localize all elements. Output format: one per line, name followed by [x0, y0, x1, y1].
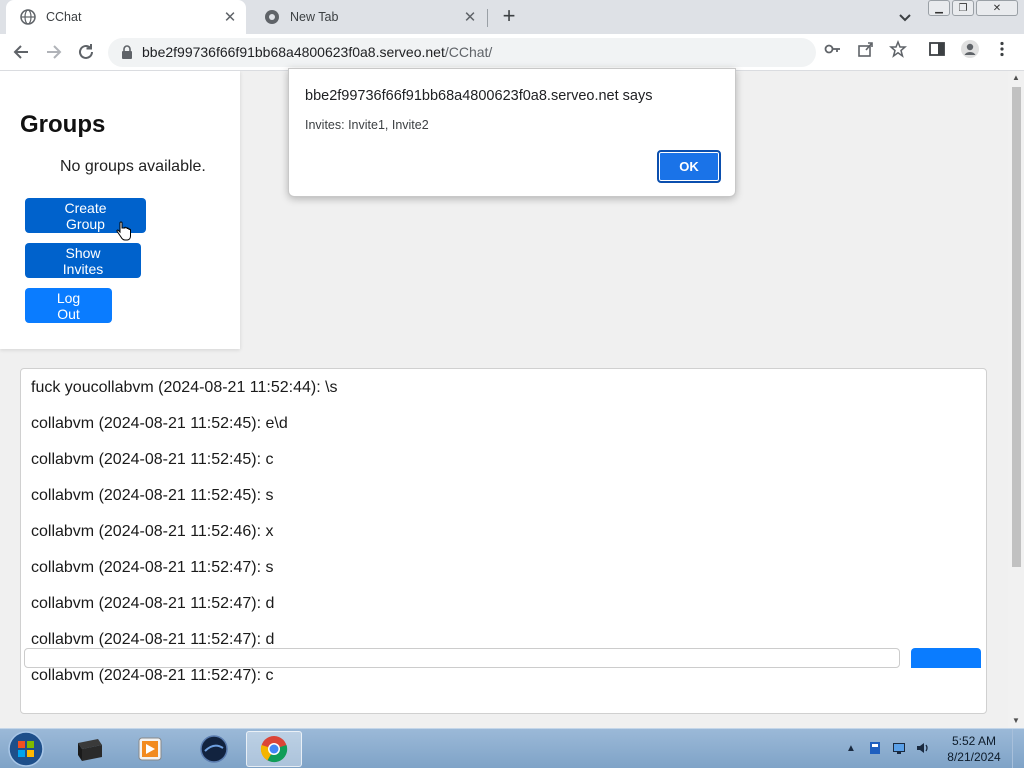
minimize-button[interactable]: ▁: [928, 0, 950, 16]
taskbar-media-player[interactable]: [122, 731, 178, 767]
chat-message: collabvm (2024-08-21 11:52:45): e\d: [31, 415, 288, 432]
groups-heading: Groups: [20, 111, 106, 138]
tray-expand-icon[interactable]: ▲: [842, 739, 860, 757]
tab-title: New Tab: [290, 10, 339, 24]
message-input[interactable]: [24, 648, 900, 668]
tab-cchat[interactable]: CChat ✕: [6, 0, 246, 34]
chrome-icon: [265, 10, 279, 24]
chat-message: fuck youcollabvm (2024-08-21 11:52:44): …: [31, 379, 338, 396]
tab-title: CChat: [46, 10, 82, 24]
clock-time: 5:52 AM: [951, 734, 997, 748]
key-icon[interactable]: [824, 40, 842, 58]
volume-icon[interactable]: [914, 739, 932, 757]
no-groups-text: No groups available.: [60, 158, 206, 175]
taskbar-app[interactable]: [186, 731, 242, 767]
address-bar[interactable]: bbe2f99736f66f91bb68a4800623f0a8.serveo.…: [108, 38, 816, 67]
chat-message: collabvm (2024-08-21 11:52:47): d: [31, 631, 275, 648]
media-player-icon: [138, 737, 162, 761]
taskbar-chrome[interactable]: [246, 731, 302, 767]
windows-taskbar: ▲ 5:52 AM 8/21/2024: [0, 728, 1024, 768]
alert-dialog: bbe2f99736f66f91bb68a4800623f0a8.serveo.…: [288, 68, 736, 197]
browser-tab-bar: CChat ✕ New Tab ✕ + ▁ ❐ ✕: [0, 0, 1024, 34]
url-path: /CChat/: [444, 44, 493, 60]
close-tab-icon[interactable]: ✕: [460, 7, 480, 27]
windows-logo-icon: [8, 731, 44, 767]
lock-icon: [122, 45, 132, 59]
url-text: bbe2f99736f66f91bb68a4800623f0a8.serveo.…: [142, 44, 492, 60]
hand-cursor-icon: [116, 221, 131, 241]
chat-message: collabvm (2024-08-21 11:52:47): c: [31, 667, 274, 684]
browser-toolbar: bbe2f99736f66f91bb68a4800623f0a8.serveo.…: [0, 34, 1024, 71]
chevron-down-icon[interactable]: [896, 8, 914, 26]
chat-message: collabvm (2024-08-21 11:52:45): s: [31, 487, 274, 504]
taskbar-terminal[interactable]: [62, 731, 118, 767]
start-button[interactable]: [4, 730, 48, 768]
scroll-down-arrow-icon[interactable]: ▼: [1008, 714, 1024, 728]
forward-arrow-icon[interactable]: [43, 41, 65, 63]
clock-date: 8/21/2024: [947, 750, 1001, 764]
chat-message: collabvm (2024-08-21 11:52:45): c: [31, 451, 274, 468]
profile-avatar-icon[interactable]: [960, 39, 980, 59]
share-icon[interactable]: [857, 40, 875, 58]
page-scrollbar[interactable]: ▲ ▼: [1008, 71, 1024, 728]
dialog-origin: bbe2f99736f66f91bb68a4800623f0a8.serveo.…: [305, 88, 653, 104]
chat-message: collabvm (2024-08-21 11:52:47): s: [31, 559, 274, 576]
groups-panel: Groups No groups available. Create Group…: [0, 71, 240, 349]
taskbar-clock[interactable]: 5:52 AM 8/21/2024: [940, 733, 1008, 765]
ok-button[interactable]: OK: [657, 150, 721, 183]
reload-icon[interactable]: [75, 41, 97, 63]
show-invites-button[interactable]: Show Invites: [25, 243, 141, 278]
globe-app-icon: [200, 735, 228, 763]
chat-message: collabvm (2024-08-21 11:52:46): x: [31, 523, 274, 540]
window-close-button[interactable]: ✕: [976, 0, 1018, 16]
chrome-icon: [260, 736, 288, 763]
back-arrow-icon[interactable]: [10, 41, 32, 63]
send-button[interactable]: [911, 648, 981, 668]
star-icon[interactable]: [889, 40, 907, 58]
chat-message: collabvm (2024-08-21 11:52:47): d: [31, 595, 275, 612]
terminal-icon: [78, 739, 102, 761]
tab-new-tab[interactable]: New Tab ✕: [250, 0, 486, 34]
scroll-up-arrow-icon[interactable]: ▲: [1008, 71, 1024, 85]
network-icon[interactable]: [890, 739, 908, 757]
globe-icon: [20, 9, 36, 25]
side-panel-icon[interactable]: [928, 40, 946, 58]
url-host: bbe2f99736f66f91bb68a4800623f0a8.serveo.…: [142, 44, 445, 60]
scrollbar-thumb[interactable]: [1012, 87, 1021, 567]
new-tab-button[interactable]: +: [498, 5, 520, 28]
tab-separator: [487, 9, 488, 27]
log-out-button[interactable]: Log Out: [25, 288, 112, 323]
system-tray: ▲: [842, 739, 932, 757]
close-tab-icon[interactable]: ✕: [220, 7, 240, 27]
show-desktop-button[interactable]: [1012, 729, 1024, 768]
restore-button[interactable]: ❐: [952, 0, 974, 16]
more-menu-icon[interactable]: [993, 40, 1011, 58]
dialog-message: Invites: Invite1, Invite2: [305, 118, 429, 132]
action-center-icon[interactable]: [866, 739, 884, 757]
window-controls: ▁ ❐ ✕: [928, 0, 1018, 16]
